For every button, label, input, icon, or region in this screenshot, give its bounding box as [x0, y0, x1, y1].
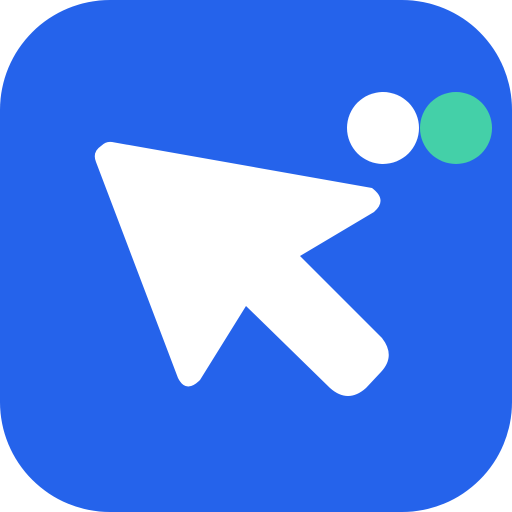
- white-dot-icon: [347, 92, 419, 164]
- cursor-app-icon: [0, 0, 512, 512]
- app-icon-canvas: [0, 0, 512, 512]
- green-dot-icon: [420, 92, 492, 164]
